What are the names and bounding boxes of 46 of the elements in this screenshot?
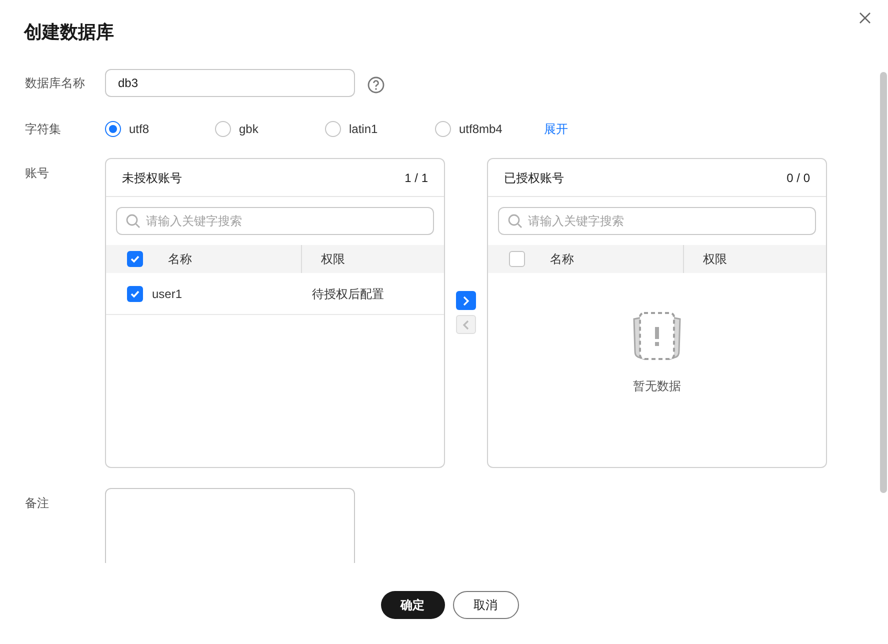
radio-button[interactable]: [105, 121, 121, 137]
scrollbar[interactable]: [880, 72, 887, 493]
panel-title: 已授权账号: [504, 170, 564, 186]
checkbox[interactable]: [127, 286, 143, 302]
search-field[interactable]: 请输入关键字搜索: [498, 207, 816, 235]
search-icon: [507, 213, 523, 229]
radio-label: gbk: [239, 121, 258, 138]
panel-title: 未授权账号: [122, 170, 182, 186]
close-icon: [859, 12, 871, 24]
column-header: 权限: [320, 251, 345, 268]
check-icon: [130, 254, 140, 264]
empty-state-text: 暂无数据: [633, 378, 681, 395]
move-right-button[interactable]: [456, 291, 476, 310]
search-field[interactable]: 请输入关键字搜索: [116, 207, 434, 235]
help-icon[interactable]: [367, 76, 385, 94]
selection-count: 0 / 0: [786, 170, 810, 186]
cancel-button[interactable]: 取消: [452, 591, 518, 619]
column-header: 权限: [702, 251, 727, 268]
confirm-button[interactable]: 确定: [380, 591, 444, 619]
radio-button[interactable]: [325, 121, 341, 137]
search-icon: [125, 213, 141, 229]
selection-count: 1 / 1: [404, 170, 428, 186]
table-cell-text: 待授权后配置: [311, 286, 384, 302]
radio-button[interactable]: [435, 121, 451, 137]
chevron-right-icon: [462, 296, 470, 306]
chevron-left-icon: [462, 320, 470, 330]
check-icon: [130, 288, 140, 298]
database-name-field[interactable]: db3: [105, 69, 355, 97]
expand-link[interactable]: 展开: [544, 120, 568, 138]
radio-button[interactable]: [215, 121, 231, 137]
table-cell-text: user1: [152, 286, 182, 302]
field-label: 数据库名称: [25, 75, 86, 92]
checkbox[interactable]: [509, 251, 525, 267]
close-button[interactable]: [857, 10, 873, 26]
radio-label: utf8mb4: [459, 121, 502, 138]
remarks-field[interactable]: [105, 488, 355, 563]
field-label: 账号: [25, 165, 50, 182]
field-label: 字符集: [25, 121, 62, 138]
radio-label: latin1: [349, 121, 378, 138]
field-label: 备注: [25, 495, 50, 512]
column-header: 名称: [550, 251, 574, 268]
checkbox[interactable]: [127, 251, 143, 267]
dialog-title: 创建数据库: [24, 21, 114, 44]
column-header: 名称: [168, 251, 192, 268]
empty-document-icon: [630, 311, 684, 363]
radio-label: utf8: [129, 121, 150, 138]
